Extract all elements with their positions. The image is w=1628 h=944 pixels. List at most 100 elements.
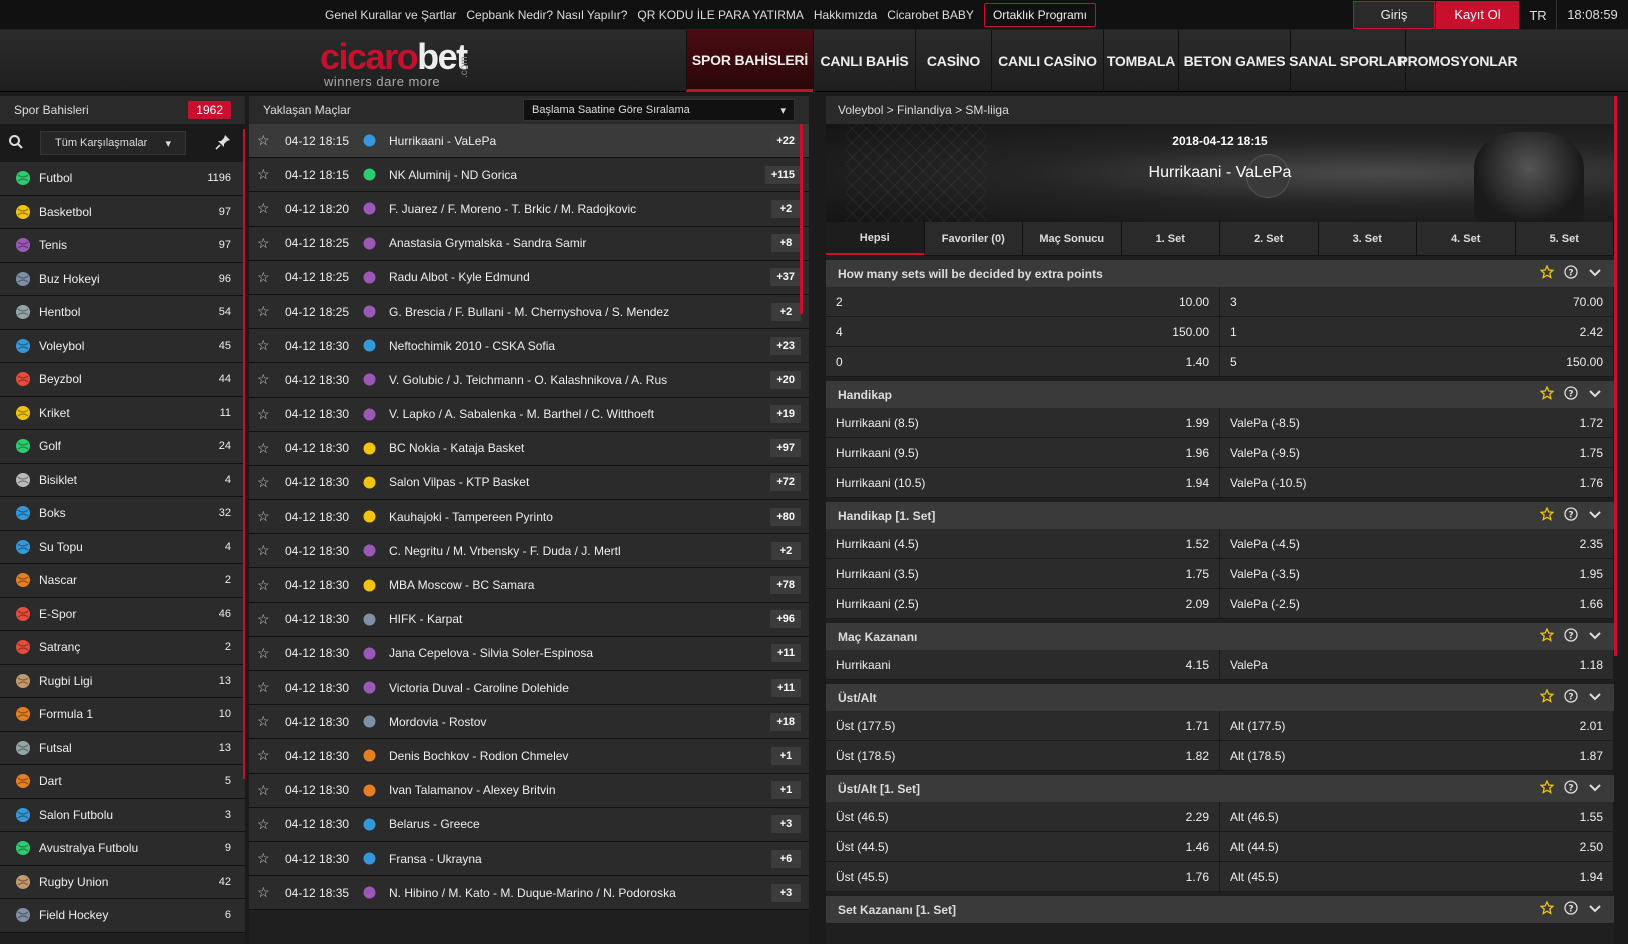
match-row[interactable]: ☆ 04-12 18:30 Belarus - Greece +3 — [249, 807, 809, 842]
partner-program-button[interactable]: Ortaklık Programı — [983, 3, 1096, 27]
sidebar-item-tenis[interactable]: Tenis 97 — [0, 229, 245, 263]
tab-5-set[interactable]: 5. Set — [1515, 222, 1614, 255]
favorite-star-icon[interactable]: ☆ — [257, 577, 277, 594]
more-markets-button[interactable]: +78 — [770, 576, 801, 595]
odd-button[interactable]: Alt (46.5) 1.55 — [1220, 802, 1614, 831]
tab-4-set[interactable]: 4. Set — [1417, 222, 1516, 255]
chevron-down-icon[interactable] — [1588, 901, 1602, 918]
more-markets-button[interactable]: +2 — [771, 302, 801, 321]
help-icon[interactable]: ? — [1564, 265, 1578, 282]
star-icon[interactable] — [1539, 385, 1555, 403]
nav-tombala[interactable]: TOMBALA — [1103, 30, 1178, 92]
favorite-star-icon[interactable]: ☆ — [257, 440, 277, 457]
odd-button[interactable]: Üst (177.5) 1.71 — [826, 711, 1220, 740]
match-filter-select[interactable]: Tüm Karşılaşmalar ▾ — [40, 131, 186, 155]
sidebar-item-kriket[interactable]: Kriket 11 — [0, 396, 245, 430]
favorite-star-icon[interactable]: ☆ — [257, 474, 277, 491]
match-row[interactable]: ☆ 04-12 18:30 C. Negritu / M. Vrbensky - F… — [249, 534, 809, 569]
match-row[interactable]: ☆ 04-12 18:20 F. Juarez / F. Moreno - T. B… — [249, 192, 809, 227]
sidebar-item-buz-hokeyi[interactable]: Buz Hokeyi 96 — [0, 262, 245, 296]
nav-casino[interactable]: CASİNO — [915, 30, 991, 92]
market-header[interactable]: Üst/Alt [1. Set]? — [826, 775, 1614, 802]
sidebar-item-satranc[interactable]: Satranç 2 — [0, 631, 245, 665]
match-row[interactable]: ☆ 04-12 18:30 Mordovia - Rostov +18 — [249, 705, 809, 740]
match-row[interactable]: ☆ 04-12 18:30 Denis Bochkov - Rodion Chmel… — [249, 739, 809, 774]
favorite-star-icon[interactable]: ☆ — [257, 337, 277, 354]
more-markets-button[interactable]: +3 — [771, 883, 801, 902]
odd-button[interactable]: Hurrikaani (4.5) 1.52 — [826, 529, 1220, 558]
match-row[interactable]: ☆ 04-12 18:30 Victoria Duval - Caroline Do… — [249, 671, 809, 706]
match-row[interactable]: ☆ 04-12 18:15 Hurrikaani - VaLePa +22 — [249, 124, 809, 159]
more-markets-button[interactable]: +2 — [771, 199, 801, 218]
market-header[interactable]: Handikap? — [826, 381, 1614, 408]
sidebar-item-nascar[interactable]: Nascar 2 — [0, 564, 245, 598]
sidebar-item-hentbol[interactable]: Hentbol 54 — [0, 296, 245, 330]
top-link-baby[interactable]: Cicarobet BABY — [887, 8, 974, 22]
sidebar-item-salon-futbolu[interactable]: Salon Futbolu 3 — [0, 798, 245, 832]
chevron-down-icon[interactable] — [1588, 628, 1602, 645]
odd-button[interactable]: 4 150.00 — [826, 317, 1220, 346]
odd-button[interactable]: ValePa (-4.5) 2.35 — [1220, 529, 1614, 558]
more-markets-button[interactable]: +115 — [764, 165, 801, 184]
chevron-down-icon[interactable] — [1588, 689, 1602, 706]
sort-select[interactable]: Başlama Saatine Göre Sıralama ▾ — [523, 99, 795, 121]
odd-button[interactable]: Üst (45.5) 1.76 — [826, 862, 1220, 891]
tab-1-set[interactable]: 1. Set — [1121, 222, 1220, 255]
odd-button[interactable]: Üst (46.5) 2.29 — [826, 802, 1220, 831]
odd-button[interactable]: Alt (177.5) 2.01 — [1220, 711, 1614, 740]
sidebar-item-field-hockey[interactable]: Field Hockey 6 — [0, 899, 245, 933]
top-link-rules[interactable]: Genel Kurallar ve Şartlar — [325, 8, 456, 22]
more-markets-button[interactable]: +20 — [770, 370, 801, 389]
favorite-star-icon[interactable]: ☆ — [257, 406, 277, 423]
odd-button[interactable]: ValePa (-9.5) 1.75 — [1220, 438, 1614, 467]
chevron-down-icon[interactable] — [1588, 265, 1602, 282]
star-icon[interactable] — [1539, 264, 1555, 282]
chevron-down-icon[interactable] — [1588, 780, 1602, 797]
help-icon[interactable]: ? — [1564, 901, 1578, 918]
star-icon[interactable] — [1539, 688, 1555, 706]
favorite-star-icon[interactable]: ☆ — [257, 884, 277, 901]
nav-canli-casino[interactable]: CANLI CASİNO — [991, 30, 1103, 92]
odd-button[interactable]: Hurrikaani (3.5) 1.75 — [826, 559, 1220, 588]
tab-favoriler-0[interactable]: Favoriler (0) — [924, 222, 1023, 255]
market-header[interactable]: Maç Kazananı? — [826, 623, 1614, 650]
more-markets-button[interactable]: +11 — [770, 644, 801, 663]
match-row[interactable]: ☆ 04-12 18:15 NK Aluminij - ND Gorica +115 — [249, 158, 809, 193]
nav-promosyonlar[interactable]: PROMOSYONLAR — [1399, 30, 1518, 92]
odd-button[interactable]: Alt (178.5) 1.87 — [1220, 741, 1614, 770]
sidebar-item-voleybol[interactable]: Voleybol 45 — [0, 329, 245, 363]
more-markets-button[interactable]: +22 — [770, 131, 801, 150]
favorite-star-icon[interactable]: ☆ — [257, 679, 277, 696]
chevron-down-icon[interactable] — [1588, 507, 1602, 524]
more-markets-button[interactable]: +72 — [770, 473, 801, 492]
favorite-star-icon[interactable]: ☆ — [257, 303, 277, 320]
match-row[interactable]: ☆ 04-12 18:30 Fransa - Ukrayna +6 — [249, 841, 809, 877]
favorite-star-icon[interactable]: ☆ — [257, 166, 277, 183]
favorite-star-icon[interactable]: ☆ — [257, 816, 277, 833]
odd-button[interactable]: ValePa (-10.5) 1.76 — [1220, 468, 1614, 497]
odd-button[interactable]: 1 2.42 — [1220, 317, 1614, 346]
pin-icon[interactable] — [215, 134, 231, 153]
favorite-star-icon[interactable]: ☆ — [257, 508, 277, 525]
top-link-cepbank[interactable]: Cepbank Nedir? Nasıl Yapılır? — [466, 8, 627, 22]
help-icon[interactable]: ? — [1564, 628, 1578, 645]
sidebar-item-rugby-union[interactable]: Rugby Union 42 — [0, 865, 245, 899]
more-markets-button[interactable]: +11 — [770, 678, 801, 697]
sidebar-item-beyzbol[interactable]: Beyzbol 44 — [0, 363, 245, 397]
favorite-star-icon[interactable]: ☆ — [257, 269, 277, 286]
match-row[interactable]: ☆ 04-12 18:25 G. Brescia / F. Bullani - M.… — [249, 294, 809, 330]
favorite-star-icon[interactable]: ☆ — [257, 542, 277, 559]
language-selector[interactable]: TR — [1520, 8, 1556, 23]
odd-button[interactable]: Hurrikaani (2.5) 2.09 — [826, 589, 1220, 618]
more-markets-button[interactable]: +37 — [770, 268, 801, 287]
more-markets-button[interactable]: +97 — [770, 439, 801, 458]
match-row[interactable]: ☆ 04-12 18:30 Jana Cepelova - Silvia Soler… — [249, 636, 809, 671]
market-header[interactable]: Handikap [1. Set]? — [826, 502, 1614, 529]
more-markets-button[interactable]: +8 — [771, 234, 801, 253]
odd-button[interactable]: Hurrikaani 4.15 — [826, 650, 1220, 679]
odd-button[interactable]: ValePa 1.18 — [1220, 650, 1614, 679]
match-row[interactable]: ☆ 04-12 18:30 BC Nokia - Kataja Basket +97 — [249, 431, 809, 466]
sidebar-item-golf[interactable]: Golf 24 — [0, 430, 245, 464]
match-row[interactable]: ☆ 04-12 18:30 Ivan Talamanov - Alexey Brit… — [249, 773, 809, 808]
star-icon[interactable] — [1539, 506, 1555, 524]
